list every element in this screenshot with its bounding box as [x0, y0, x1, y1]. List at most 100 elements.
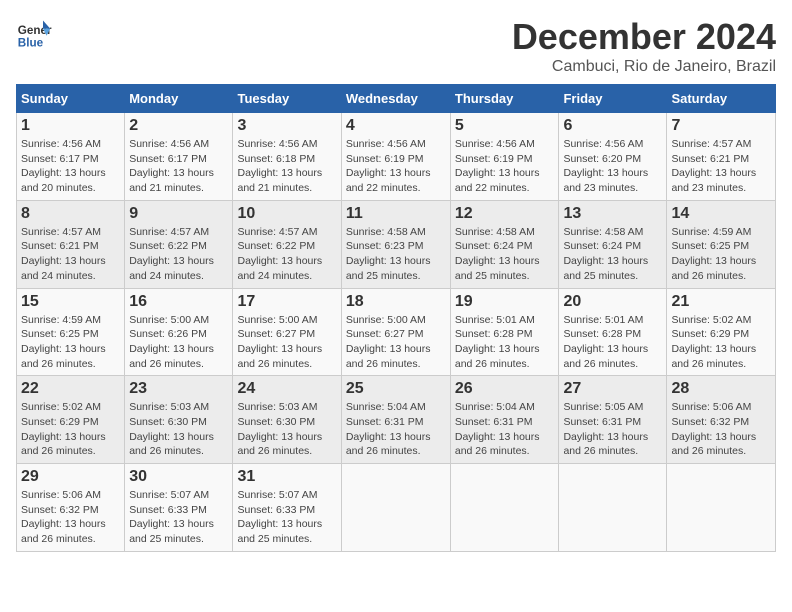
day-number: 28 — [671, 380, 771, 398]
day-number: 31 — [237, 468, 336, 486]
title-area: December 2024 Cambuci, Rio de Janeiro, B… — [512, 16, 776, 76]
day-info: Sunrise: 4:59 AM Sunset: 6:25 PM Dayligh… — [21, 313, 120, 372]
day-number: 11 — [346, 205, 446, 223]
calendar-cell: 8Sunrise: 4:57 AM Sunset: 6:21 PM Daylig… — [17, 200, 125, 288]
calendar-cell: 20 Sunrise: 5:01 AM Sunset: 6:28 PM Dayli… — [559, 288, 667, 376]
day-number: 2 — [129, 117, 228, 135]
calendar-cell: 31Sunrise: 5:07 AM Sunset: 6:33 PM Dayli… — [233, 464, 341, 552]
day-number: 30 — [129, 468, 228, 486]
day-info: Sunrise: 5:04 AM Sunset: 6:31 PM Dayligh… — [346, 400, 446, 459]
calendar-cell: 16 Sunrise: 5:00 AM Sunset: 6:26 PM Dayli… — [125, 288, 233, 376]
calendar-week-5: 29 Sunrise: 5:06 AM Sunset: 6:32 PM Dayli… — [17, 464, 776, 552]
calendar-cell: 21 Sunrise: 5:02 AM Sunset: 6:29 PM Dayli… — [667, 288, 776, 376]
day-info: Sunrise: 5:00 AM Sunset: 6:27 PM Dayligh… — [237, 313, 336, 372]
day-info: Sunrise: 4:57 AM Sunset: 6:22 PM Dayligh… — [129, 225, 228, 284]
day-number: 8 — [21, 205, 120, 223]
calendar-cell: 30 Sunrise: 5:07 AM Sunset: 6:33 PM Dayli… — [125, 464, 233, 552]
day-number: 14 — [671, 205, 771, 223]
day-info: Sunrise: 5:04 AM Sunset: 6:31 PM Dayligh… — [455, 400, 555, 459]
day-number: 1 — [21, 117, 120, 135]
day-info: Sunrise: 4:58 AM Sunset: 6:24 PM Dayligh… — [563, 225, 662, 284]
calendar-cell: 7 Sunrise: 4:57 AM Sunset: 6:21 PM Daylig… — [667, 113, 776, 201]
calendar-cell: 5 Sunrise: 4:56 AM Sunset: 6:19 PM Daylig… — [450, 113, 559, 201]
calendar-cell: 15 Sunrise: 4:59 AM Sunset: 6:25 PM Dayli… — [17, 288, 125, 376]
calendar-cell — [450, 464, 559, 552]
calendar-cell: 10 Sunrise: 4:57 AM Sunset: 6:22 PM Dayli… — [233, 200, 341, 288]
logo-icon: General Blue — [16, 16, 52, 52]
calendar-table: SundayMondayTuesdayWednesdayThursdayFrid… — [16, 84, 776, 552]
calendar-cell: 4 Sunrise: 4:56 AM Sunset: 6:19 PM Daylig… — [341, 113, 450, 201]
calendar-cell: 17Sunrise: 5:00 AM Sunset: 6:27 PM Dayli… — [233, 288, 341, 376]
day-number: 25 — [346, 380, 446, 398]
day-number: 4 — [346, 117, 446, 135]
calendar-cell: 23Sunrise: 5:03 AM Sunset: 6:30 PM Dayli… — [125, 376, 233, 464]
calendar-cell — [559, 464, 667, 552]
day-number: 26 — [455, 380, 555, 398]
day-info: Sunrise: 4:56 AM Sunset: 6:17 PM Dayligh… — [21, 137, 120, 196]
day-info: Sunrise: 4:56 AM Sunset: 6:17 PM Dayligh… — [129, 137, 228, 196]
calendar-cell — [667, 464, 776, 552]
calendar-cell: 27 Sunrise: 5:05 AM Sunset: 6:31 PM Dayli… — [559, 376, 667, 464]
calendar-cell: 6Sunrise: 4:56 AM Sunset: 6:20 PM Daylig… — [559, 113, 667, 201]
calendar-cell: 22Sunrise: 5:02 AM Sunset: 6:29 PM Dayli… — [17, 376, 125, 464]
day-info: Sunrise: 5:05 AM Sunset: 6:31 PM Dayligh… — [563, 400, 662, 459]
day-number: 10 — [237, 205, 336, 223]
calendar-body: 1 Sunrise: 4:56 AM Sunset: 6:17 PM Daylig… — [17, 113, 776, 552]
day-info: Sunrise: 4:58 AM Sunset: 6:23 PM Dayligh… — [346, 225, 446, 284]
day-info: Sunrise: 4:56 AM Sunset: 6:20 PM Dayligh… — [563, 137, 662, 196]
calendar-cell: 14Sunrise: 4:59 AM Sunset: 6:25 PM Dayli… — [667, 200, 776, 288]
day-info: Sunrise: 5:07 AM Sunset: 6:33 PM Dayligh… — [129, 488, 228, 547]
day-info: Sunrise: 5:06 AM Sunset: 6:32 PM Dayligh… — [671, 400, 771, 459]
column-header-monday: Monday — [125, 85, 233, 113]
calendar-cell: 18 Sunrise: 5:00 AM Sunset: 6:27 PM Dayli… — [341, 288, 450, 376]
calendar-cell: 26 Sunrise: 5:04 AM Sunset: 6:31 PM Dayli… — [450, 376, 559, 464]
column-headers: SundayMondayTuesdayWednesdayThursdayFrid… — [17, 85, 776, 113]
day-info: Sunrise: 5:06 AM Sunset: 6:32 PM Dayligh… — [21, 488, 120, 547]
calendar-cell: 11 Sunrise: 4:58 AM Sunset: 6:23 PM Dayli… — [341, 200, 450, 288]
day-info: Sunrise: 5:02 AM Sunset: 6:29 PM Dayligh… — [21, 400, 120, 459]
calendar-week-2: 8Sunrise: 4:57 AM Sunset: 6:21 PM Daylig… — [17, 200, 776, 288]
calendar-cell: 3 Sunrise: 4:56 AM Sunset: 6:18 PM Daylig… — [233, 113, 341, 201]
month-title: December 2024 — [512, 16, 776, 58]
column-header-sunday: Sunday — [17, 85, 125, 113]
day-number: 3 — [237, 117, 336, 135]
column-header-wednesday: Wednesday — [341, 85, 450, 113]
day-number: 16 — [129, 293, 228, 311]
day-info: Sunrise: 5:01 AM Sunset: 6:28 PM Dayligh… — [455, 313, 555, 372]
day-number: 9 — [129, 205, 228, 223]
day-info: Sunrise: 5:03 AM Sunset: 6:30 PM Dayligh… — [129, 400, 228, 459]
day-info: Sunrise: 4:57 AM Sunset: 6:21 PM Dayligh… — [671, 137, 771, 196]
day-number: 12 — [455, 205, 555, 223]
day-info: Sunrise: 5:00 AM Sunset: 6:26 PM Dayligh… — [129, 313, 228, 372]
day-number: 7 — [671, 117, 771, 135]
svg-text:Blue: Blue — [18, 37, 44, 50]
calendar-cell: 12Sunrise: 4:58 AM Sunset: 6:24 PM Dayli… — [450, 200, 559, 288]
day-info: Sunrise: 4:56 AM Sunset: 6:18 PM Dayligh… — [237, 137, 336, 196]
day-number: 5 — [455, 117, 555, 135]
column-header-friday: Friday — [559, 85, 667, 113]
day-info: Sunrise: 5:00 AM Sunset: 6:27 PM Dayligh… — [346, 313, 446, 372]
calendar-week-3: 15 Sunrise: 4:59 AM Sunset: 6:25 PM Dayli… — [17, 288, 776, 376]
day-number: 18 — [346, 293, 446, 311]
day-number: 15 — [21, 293, 120, 311]
day-info: Sunrise: 5:01 AM Sunset: 6:28 PM Dayligh… — [563, 313, 662, 372]
column-header-saturday: Saturday — [667, 85, 776, 113]
calendar-cell: 28 Sunrise: 5:06 AM Sunset: 6:32 PM Dayli… — [667, 376, 776, 464]
day-number: 27 — [563, 380, 662, 398]
logo: General Blue — [16, 16, 52, 52]
day-number: 19 — [455, 293, 555, 311]
day-number: 24 — [237, 380, 336, 398]
calendar-cell: 13Sunrise: 4:58 AM Sunset: 6:24 PM Dayli… — [559, 200, 667, 288]
calendar-cell: 2 Sunrise: 4:56 AM Sunset: 6:17 PM Daylig… — [125, 113, 233, 201]
day-number: 29 — [21, 468, 120, 486]
day-number: 21 — [671, 293, 771, 311]
day-info: Sunrise: 5:02 AM Sunset: 6:29 PM Dayligh… — [671, 313, 771, 372]
day-info: Sunrise: 5:03 AM Sunset: 6:30 PM Dayligh… — [237, 400, 336, 459]
column-header-thursday: Thursday — [450, 85, 559, 113]
day-number: 20 — [563, 293, 662, 311]
calendar-cell — [341, 464, 450, 552]
calendar-cell: 25 Sunrise: 5:04 AM Sunset: 6:31 PM Dayli… — [341, 376, 450, 464]
day-info: Sunrise: 4:56 AM Sunset: 6:19 PM Dayligh… — [455, 137, 555, 196]
day-info: Sunrise: 4:57 AM Sunset: 6:22 PM Dayligh… — [237, 225, 336, 284]
day-info: Sunrise: 4:56 AM Sunset: 6:19 PM Dayligh… — [346, 137, 446, 196]
